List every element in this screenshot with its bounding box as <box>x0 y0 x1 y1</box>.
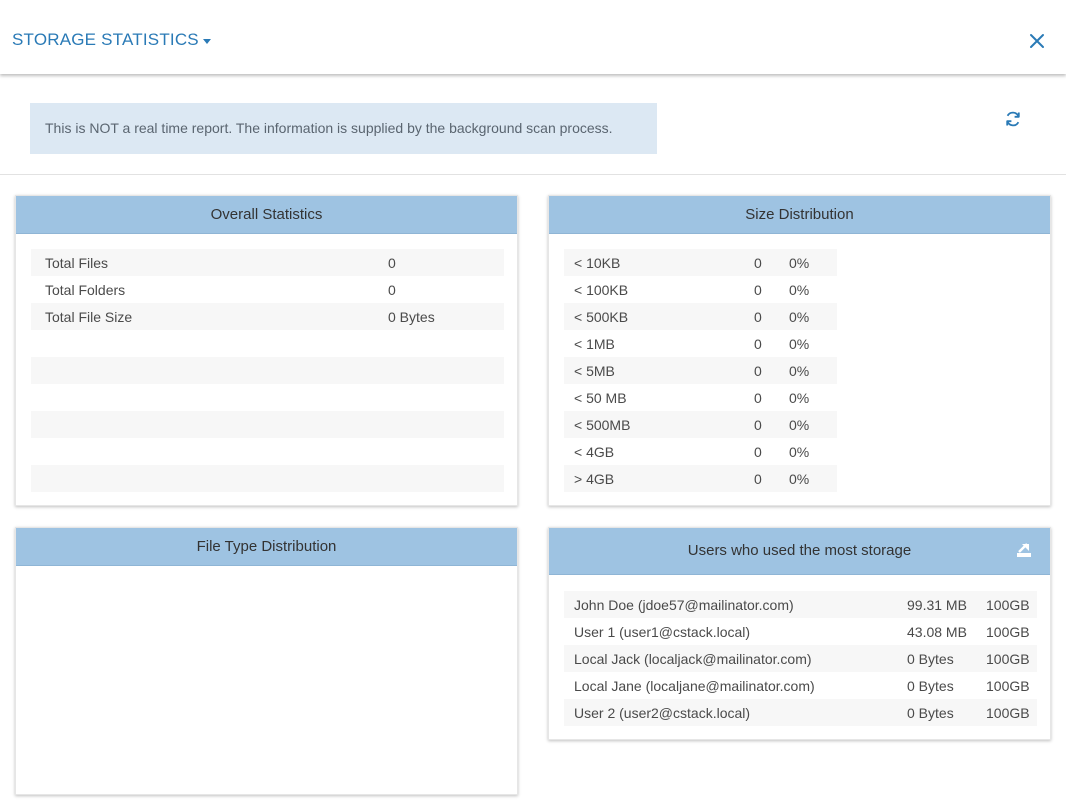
size-percent: 0% <box>789 470 810 487</box>
size-range-label: < 500KB <box>574 308 629 325</box>
user-name: Local Jack (localjack@mailinator.com) <box>574 650 812 667</box>
size-count: 0 <box>754 362 762 379</box>
size-range-label: > 4GB <box>574 470 615 487</box>
stat-value: 0 <box>388 281 396 298</box>
top-users-title-text: Users who used the most storage <box>687 542 912 559</box>
table-row: < 5MB 0 0% <box>564 357 837 384</box>
table-row <box>31 438 504 465</box>
user-name: John Doe (jdoe57@mailinator.com) <box>574 596 794 613</box>
table-row: Local Jack (localjack@mailinator.com) 0 … <box>564 645 1037 672</box>
table-row: Total Folders 0 <box>31 276 504 303</box>
overall-statistics-list: Total Files 0 Total Folders 0 Total File… <box>31 249 504 492</box>
size-range-label: < 5MB <box>574 362 615 379</box>
table-row: < 10KB 0 0% <box>564 249 837 276</box>
size-range-label: < 50 MB <box>574 389 627 406</box>
storage-statistics-dropdown[interactable]: STORAGE STATISTICS <box>12 30 211 50</box>
file-type-distribution-panel: File Type Distribution <box>15 527 518 795</box>
user-name: User 1 (user1@cstack.local) <box>574 623 751 640</box>
size-count: 0 <box>754 308 762 325</box>
size-percent: 0% <box>789 335 810 352</box>
size-range-label: < 4GB <box>574 443 615 460</box>
size-count: 0 <box>754 335 762 352</box>
overall-statistics-title: Overall Statistics <box>16 196 517 234</box>
size-distribution-list: < 10KB 0 0% < 100KB 0 0% < 500KB 0 0% < … <box>564 249 837 492</box>
size-percent: 0% <box>789 362 810 379</box>
top-users-panel: Users who used the most storage John Doe… <box>548 527 1051 740</box>
table-row: < 500MB 0 0% <box>564 411 837 438</box>
page-title: STORAGE STATISTICS <box>12 30 199 49</box>
size-distribution-title: Size Distribution <box>549 196 1050 234</box>
size-count: 0 <box>754 416 762 433</box>
dialog-header: STORAGE STATISTICS <box>0 0 1066 74</box>
stat-label: Total Files <box>45 254 109 271</box>
size-count: 0 <box>754 470 762 487</box>
user-name: User 2 (user2@cstack.local) <box>574 704 751 721</box>
table-row: User 1 (user1@cstack.local) 43.08 MB 100… <box>564 618 1037 645</box>
user-storage-used: 99.31 MB <box>907 596 967 613</box>
export-icon[interactable] <box>1016 542 1032 558</box>
table-row: < 1MB 0 0% <box>564 330 837 357</box>
table-row: John Doe (jdoe57@mailinator.com) 99.31 M… <box>564 591 1037 618</box>
stat-label: Total Folders <box>45 281 126 298</box>
table-row: < 50 MB 0 0% <box>564 384 837 411</box>
table-row: Total Files 0 <box>31 249 504 276</box>
user-quota: 100GB <box>986 677 1030 694</box>
size-range-label: < 500MB <box>574 416 631 433</box>
overall-statistics-panel: Overall Statistics Total Files 0 Total F… <box>15 195 518 506</box>
close-icon[interactable] <box>1027 31 1047 51</box>
size-percent: 0% <box>789 416 810 433</box>
table-row: < 4GB 0 0% <box>564 438 837 465</box>
user-storage-used: 0 Bytes <box>907 650 954 667</box>
table-row <box>31 357 504 384</box>
size-count: 0 <box>754 281 762 298</box>
size-percent: 0% <box>789 443 810 460</box>
table-row: < 500KB 0 0% <box>564 303 837 330</box>
size-count: 0 <box>754 254 762 271</box>
table-row <box>31 465 504 492</box>
size-count: 0 <box>754 443 762 460</box>
info-notice: This is NOT a real time report. The info… <box>30 103 657 154</box>
stat-value: 0 Bytes <box>388 308 435 325</box>
size-range-label: < 10KB <box>574 254 621 271</box>
top-users-list: John Doe (jdoe57@mailinator.com) 99.31 M… <box>564 591 1037 726</box>
table-row <box>31 384 504 411</box>
file-type-distribution-title: File Type Distribution <box>16 528 517 566</box>
size-count: 0 <box>754 389 762 406</box>
size-percent: 0% <box>789 308 810 325</box>
caret-down-icon <box>202 38 211 44</box>
size-distribution-panel: Size Distribution < 10KB 0 0% < 100KB 0 … <box>548 195 1051 506</box>
table-row: Local Jane (localjane@mailinator.com) 0 … <box>564 672 1037 699</box>
user-quota: 100GB <box>986 623 1030 640</box>
user-quota: 100GB <box>986 704 1030 721</box>
table-row <box>31 411 504 438</box>
user-quota: 100GB <box>986 596 1030 613</box>
user-quota: 100GB <box>986 650 1030 667</box>
size-range-label: < 100KB <box>574 281 629 298</box>
size-range-label: < 1MB <box>574 335 615 352</box>
refresh-icon[interactable] <box>1003 109 1023 129</box>
top-users-title: Users who used the most storage <box>549 528 1050 575</box>
table-row: User 2 (user2@cstack.local) 0 Bytes 100G… <box>564 699 1037 726</box>
table-row: < 100KB 0 0% <box>564 276 837 303</box>
size-percent: 0% <box>789 254 810 271</box>
user-name: Local Jane (localjane@mailinator.com) <box>574 677 815 694</box>
section-divider <box>0 174 1066 175</box>
size-percent: 0% <box>789 281 810 298</box>
user-storage-used: 43.08 MB <box>907 623 967 640</box>
table-row <box>31 330 504 357</box>
user-storage-used: 0 Bytes <box>907 677 954 694</box>
table-row: Total File Size 0 Bytes <box>31 303 504 330</box>
table-row: > 4GB 0 0% <box>564 465 837 492</box>
user-storage-used: 0 Bytes <box>907 704 954 721</box>
size-percent: 0% <box>789 389 810 406</box>
stat-value: 0 <box>388 254 396 271</box>
stat-label: Total File Size <box>45 308 133 325</box>
